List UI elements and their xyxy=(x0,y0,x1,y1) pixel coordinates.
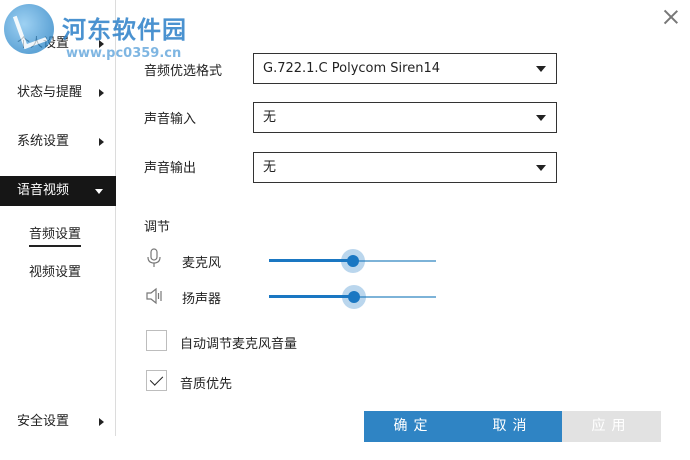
sidebar-item-label: 语音视频 xyxy=(17,183,70,198)
sidebar-item-personal[interactable]: 个人设置 xyxy=(0,29,116,59)
output-device-select[interactable]: 无 xyxy=(253,152,557,183)
chevron-right-icon xyxy=(99,418,104,426)
sidebar-item-status[interactable]: 状态与提醒 xyxy=(0,78,116,108)
speaker-label: 扬声器 xyxy=(182,292,222,307)
chevron-down-icon xyxy=(536,115,546,121)
output-label: 声音输出 xyxy=(144,161,197,176)
quality-first-checkbox[interactable] xyxy=(146,370,167,391)
sidebar-item-label: 安全设置 xyxy=(17,414,70,429)
sidebar-item-voice-video[interactable]: 语音视频 xyxy=(0,176,116,206)
auto-adjust-mic-label: 自动调节麦克风音量 xyxy=(180,337,298,352)
settings-sidebar: 个人设置 状态与提醒 系统设置 语音视频 音频设置 视频设置 安全设置 xyxy=(0,0,116,436)
sidebar-subitem-audio[interactable]: 音频设置 xyxy=(29,225,82,247)
chevron-right-icon xyxy=(99,138,104,146)
chevron-right-icon xyxy=(99,89,104,97)
input-device-select[interactable]: 无 xyxy=(253,102,557,133)
codec-label: 音频优选格式 xyxy=(144,64,223,79)
mic-volume-slider[interactable] xyxy=(269,249,436,273)
chevron-down-icon xyxy=(536,165,546,171)
chevron-right-icon xyxy=(99,40,104,48)
chevron-down-icon xyxy=(536,66,546,72)
slider-fill xyxy=(269,259,353,262)
chevron-down-icon xyxy=(95,189,103,194)
sidebar-item-system[interactable]: 系统设置 xyxy=(0,127,116,157)
input-select-value: 无 xyxy=(263,110,277,125)
adjust-section-title: 调节 xyxy=(144,220,171,235)
slider-thumb[interactable] xyxy=(342,285,367,309)
audio-settings-panel: 音频优选格式 G.722.1.C Polycom Siren14 声音输入 无 … xyxy=(116,0,690,460)
output-select-value: 无 xyxy=(263,160,277,175)
speaker-volume-slider[interactable] xyxy=(269,285,436,309)
sidebar-item-label: 个人设置 xyxy=(17,36,70,51)
close-icon[interactable] xyxy=(662,8,680,26)
ok-button[interactable]: 确定 xyxy=(364,411,463,442)
codec-select-value: G.722.1.C Polycom Siren14 xyxy=(263,61,440,76)
microphone-icon xyxy=(147,248,161,267)
auto-adjust-mic-checkbox[interactable] xyxy=(146,330,167,351)
apply-button[interactable]: 应用 xyxy=(562,411,661,442)
sidebar-item-label: 状态与提醒 xyxy=(17,85,83,100)
cancel-button[interactable]: 取消 xyxy=(463,411,562,442)
slider-thumb[interactable] xyxy=(340,249,365,273)
sidebar-item-security[interactable]: 安全设置 xyxy=(0,407,116,437)
codec-select[interactable]: G.722.1.C Polycom Siren14 xyxy=(253,53,557,84)
speaker-icon xyxy=(146,287,162,305)
sidebar-item-label: 系统设置 xyxy=(17,134,70,149)
input-label: 声音输入 xyxy=(144,112,197,127)
sidebar-subitem-video[interactable]: 视频设置 xyxy=(29,263,81,283)
mic-label: 麦克风 xyxy=(182,256,222,271)
quality-first-label: 音质优先 xyxy=(180,377,233,392)
